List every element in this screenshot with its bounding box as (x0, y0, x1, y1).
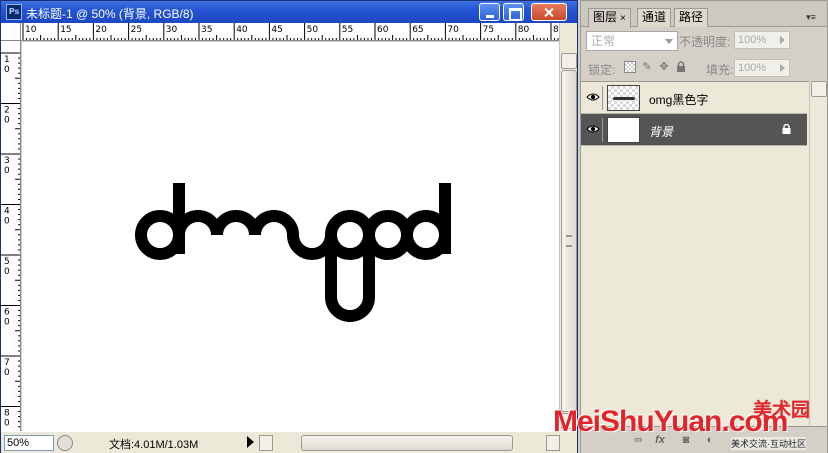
layer-thumbnail (607, 85, 640, 111)
fill-field[interactable]: 100% (734, 59, 790, 77)
minimize-button[interactable] (479, 3, 500, 21)
tab-close-icon[interactable]: × (620, 10, 626, 27)
vertical-ruler-ticks: 1020304050607080 (1, 52, 20, 429)
tab-layers-label: 图层 (593, 10, 618, 24)
document-canvas[interactable] (22, 42, 559, 431)
horizontal-scrollbar[interactable] (259, 435, 560, 451)
panel-bottom-toolbar: ∞ fx ◙ ◐ (581, 426, 827, 453)
horizontal-scroll-thumb[interactable] (301, 435, 513, 451)
ruler-label: 50 (307, 25, 319, 35)
document-window: Ps 未标题-1 @ 50% (背景, RGB/8) 10 15 20 25 30 35 4… (0, 0, 578, 453)
panel-menu-icon[interactable]: ▾≡ (803, 11, 819, 23)
ruler-label: 0 (4, 267, 10, 277)
visibility-toggle[interactable] (583, 86, 603, 110)
layer-lock-icon (782, 124, 791, 134)
scroll-left-button[interactable] (259, 435, 273, 451)
eye-icon (586, 93, 600, 101)
status-bar: 50% 文档:4.01M/1.03M (1, 431, 577, 453)
ruler-label: 10 (25, 25, 37, 35)
ruler-origin[interactable] (1, 23, 21, 41)
ruler-label: 6 (4, 308, 10, 318)
document-title: 未标题-1 @ 50% (背景, RGB/8) (26, 7, 194, 21)
tab-layers[interactable]: 图层 × (588, 8, 631, 28)
document-titlebar[interactable]: Ps 未标题-1 @ 50% (背景, RGB/8) (1, 1, 577, 23)
ruler-label: 60 (377, 25, 389, 35)
ruler-label: 65 (412, 25, 423, 35)
vertical-scroll-thumb[interactable] (561, 70, 577, 412)
ruler-label: 1 (4, 55, 10, 65)
ruler-label: 80 (518, 25, 530, 35)
layer-row-background[interactable]: 背景 (581, 114, 807, 146)
link-icon[interactable]: ∞ (631, 433, 645, 447)
lock-label: 锁定: (588, 63, 616, 77)
ruler-label: 0 (4, 419, 10, 429)
horizontal-ruler-ticks: 10152025303540455055606570758085 (22, 23, 559, 40)
zoom-level-field[interactable]: 50% (4, 435, 54, 451)
status-menu-arrow-icon[interactable] (247, 436, 254, 448)
ruler-label: 0 (4, 116, 10, 126)
horizontal-ruler[interactable]: 10152025303540455055606570758085 (21, 23, 559, 41)
tab-channels[interactable]: 通道 (637, 8, 672, 27)
ruler-label: 40 (236, 25, 248, 35)
ruler-label: 4 (4, 207, 10, 217)
scroll-right-button[interactable] (546, 435, 560, 451)
ruler-label: 8 (4, 409, 10, 419)
lock-transparency-icon[interactable] (624, 61, 636, 73)
blend-mode-select[interactable]: 正常 (586, 31, 678, 51)
scroll-down-button[interactable] (561, 413, 577, 429)
ruler-label: 15 (60, 25, 71, 35)
opacity-label: 不透明度: (679, 35, 731, 49)
maximize-button[interactable] (503, 3, 524, 21)
photoshop-icon: Ps (6, 4, 22, 20)
ruler-label: 0 (4, 65, 10, 75)
fx-icon[interactable]: fx (653, 433, 667, 447)
scroll-up-button[interactable] (561, 53, 577, 69)
omgod-artwork (135, 183, 451, 322)
ruler-label: 0 (4, 318, 10, 328)
tab-paths[interactable]: 路径 (674, 8, 709, 27)
fill-label: 填充: (706, 63, 734, 77)
letter-m (173, 210, 299, 254)
lock-position-icon[interactable]: ✥ (658, 61, 670, 73)
layer-row-omg[interactable]: omg黑色字 (581, 82, 807, 114)
ruler-label: 0 (4, 217, 10, 227)
document-info: 文档:4.01M/1.03M (109, 439, 199, 451)
ruler-label: 3 (4, 156, 10, 166)
panel-tab-bar: 图层 × 通道 路径 ▾≡ (581, 1, 827, 28)
layer-name[interactable]: 背景 (649, 123, 673, 140)
ruler-label: 7 (4, 358, 10, 368)
vertical-ruler[interactable]: 1020304050607080 (1, 41, 21, 431)
lock-all-icon[interactable] (675, 61, 687, 73)
layers-panel: 图层 × 通道 路径 ▾≡ 正常 不透明度: 100% 锁定: ✎ ✥ 填充: 1… (580, 0, 828, 453)
ruler-label: 75 (483, 25, 494, 35)
eye-icon (586, 125, 600, 133)
adjustment-icon[interactable]: ◐ (703, 433, 717, 447)
vertical-scrollbar[interactable] (559, 23, 577, 431)
ruler-label: 5 (4, 257, 10, 267)
ruler-label: 70 (447, 25, 459, 35)
ruler-label: 45 (271, 25, 282, 35)
close-button[interactable] (531, 3, 567, 21)
layer-thumbnail (607, 117, 640, 143)
ruler-label: 20 (95, 25, 107, 35)
letter-g-descender (325, 235, 375, 322)
scroll-up-button[interactable] (811, 81, 827, 97)
visibility-toggle[interactable] (583, 118, 603, 142)
ruler-label: 25 (131, 25, 142, 35)
layer-list-scrollbar[interactable] (809, 81, 827, 426)
ruler-label: 35 (201, 25, 212, 35)
ruler-label: 55 (342, 25, 353, 35)
ruler-label: 0 (4, 368, 10, 378)
opacity-field[interactable]: 100% (734, 31, 790, 49)
status-options-icon[interactable] (57, 435, 73, 451)
mask-icon[interactable]: ◙ (679, 433, 693, 447)
layer-list: omg黑色字 背景 (581, 81, 809, 426)
ruler-label: 2 (4, 106, 10, 116)
ruler-label: 30 (166, 25, 178, 35)
lock-paint-icon[interactable]: ✎ (641, 61, 653, 73)
ruler-label: 0 (4, 166, 10, 176)
layer-name[interactable]: omg黑色字 (649, 91, 708, 108)
